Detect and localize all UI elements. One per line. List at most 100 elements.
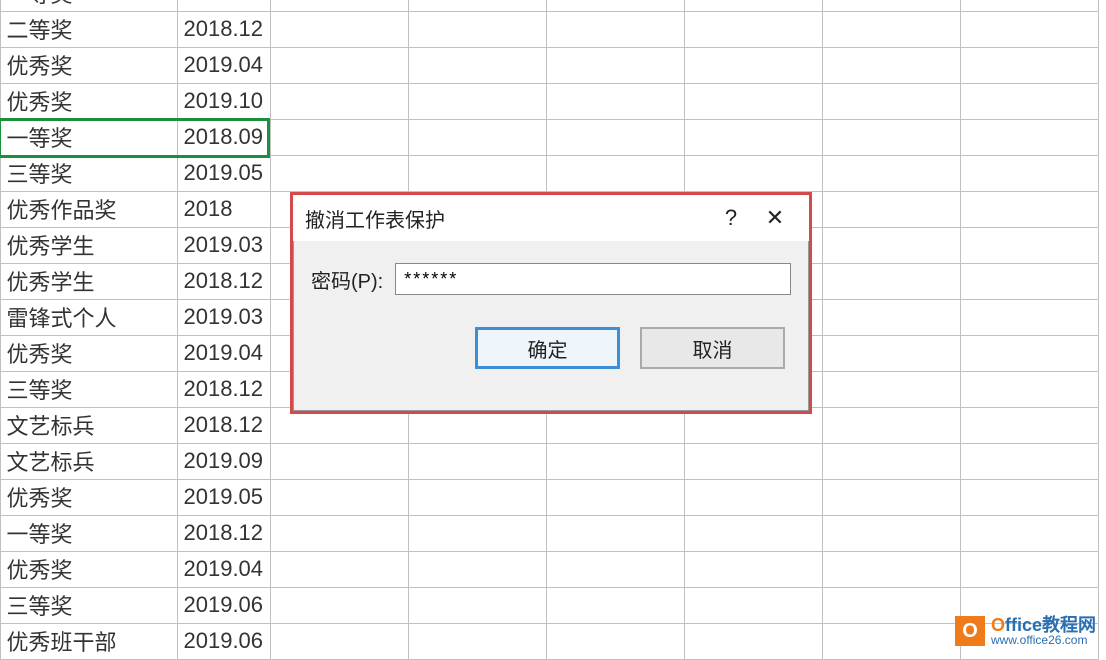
table-row[interactable]: 三等奖2019.05 <box>0 155 1106 191</box>
cell-empty[interactable] <box>408 47 547 84</box>
table-row[interactable]: 优秀班干部2019.06 <box>0 623 1106 659</box>
cell-empty[interactable] <box>960 551 1099 588</box>
cell-award[interactable]: 二等奖 <box>0 11 178 48</box>
cell-award[interactable]: 优秀学生 <box>0 263 178 300</box>
cell-date[interactable]: 2018.12 <box>177 371 271 408</box>
cell-empty[interactable] <box>684 479 823 516</box>
cell-award[interactable]: 优秀奖 <box>0 47 178 84</box>
cell-award[interactable]: 三等奖 <box>0 371 178 408</box>
cell-empty[interactable] <box>408 155 547 192</box>
cell-empty[interactable] <box>546 11 685 48</box>
cell-empty[interactable] <box>822 551 961 588</box>
cell-award[interactable]: 优秀学生 <box>0 227 178 264</box>
cell-award[interactable]: 一等奖 <box>0 515 178 552</box>
cell-empty[interactable] <box>270 443 409 480</box>
cell-date[interactable]: 2018.12 <box>177 263 271 300</box>
table-row[interactable]: 一等奖2018.09 <box>0 119 1106 155</box>
cell-award[interactable]: 文艺标兵 <box>0 443 178 480</box>
cell-empty[interactable] <box>408 479 547 516</box>
cell-empty[interactable] <box>684 119 823 156</box>
cell-date[interactable]: 2019.06 <box>177 623 271 660</box>
cell-empty[interactable] <box>684 587 823 624</box>
table-row[interactable]: 二等奖2018.12 <box>0 11 1106 47</box>
cell-empty[interactable] <box>270 47 409 84</box>
cell-date[interactable]: 2019.03 <box>177 299 271 336</box>
cell-empty[interactable] <box>408 83 547 120</box>
cell-date[interactable]: 2019.06 <box>177 587 271 624</box>
password-field[interactable] <box>395 263 791 295</box>
close-button[interactable]: ✕ <box>753 199 797 237</box>
cell-date[interactable]: 2019.05 <box>177 155 271 192</box>
cell-empty[interactable] <box>546 515 685 552</box>
cell-empty[interactable] <box>270 587 409 624</box>
cell-empty[interactable] <box>408 11 547 48</box>
cell-empty[interactable] <box>408 515 547 552</box>
cell-empty[interactable] <box>960 407 1099 444</box>
cell-award[interactable]: 优秀班干部 <box>0 623 178 660</box>
cell-empty[interactable] <box>960 335 1099 372</box>
cell-empty[interactable] <box>822 623 961 660</box>
cell-empty[interactable] <box>822 335 961 372</box>
cell-empty[interactable] <box>408 551 547 588</box>
cell-empty[interactable] <box>822 479 961 516</box>
cell-empty[interactable] <box>822 443 961 480</box>
cell-empty[interactable] <box>684 83 823 120</box>
cell-empty[interactable] <box>960 371 1099 408</box>
cell-empty[interactable] <box>684 47 823 84</box>
cell-empty[interactable] <box>408 119 547 156</box>
cell-empty[interactable] <box>960 227 1099 264</box>
cell-empty[interactable] <box>546 83 685 120</box>
cell-empty[interactable] <box>960 479 1099 516</box>
table-row[interactable]: 优秀奖2019.04 <box>0 551 1106 587</box>
cell-date[interactable]: 2018.12 <box>177 407 271 444</box>
cell-empty[interactable] <box>960 119 1099 156</box>
cell-date[interactable]: 2018.12 <box>177 11 271 48</box>
cell-empty[interactable] <box>546 119 685 156</box>
cell-empty[interactable] <box>960 155 1099 192</box>
cell-empty[interactable] <box>822 587 961 624</box>
cell-date[interactable]: 2018.09 <box>177 119 271 156</box>
cell-empty[interactable] <box>684 11 823 48</box>
cell-empty[interactable] <box>270 515 409 552</box>
cell-empty[interactable] <box>822 191 961 228</box>
cell-date[interactable]: 2018 <box>177 191 271 228</box>
cell-empty[interactable] <box>546 551 685 588</box>
cell-award[interactable]: 优秀奖 <box>0 551 178 588</box>
table-row[interactable]: 优秀奖2019.05 <box>0 479 1106 515</box>
table-row[interactable]: 一等奖2018.12 <box>0 515 1106 551</box>
cell-empty[interactable] <box>270 11 409 48</box>
cell-empty[interactable] <box>546 623 685 660</box>
cell-empty[interactable] <box>546 587 685 624</box>
cell-empty[interactable] <box>960 515 1099 552</box>
cell-empty[interactable] <box>960 83 1099 120</box>
cell-award[interactable]: 三等奖 <box>0 587 178 624</box>
help-button[interactable]: ? <box>709 199 753 237</box>
cell-empty[interactable] <box>684 515 823 552</box>
cell-date[interactable]: 2019.03 <box>177 227 271 264</box>
cell-empty[interactable] <box>822 515 961 552</box>
cell-empty[interactable] <box>546 479 685 516</box>
cell-date[interactable]: 2018.12 <box>177 515 271 552</box>
cell-award[interactable]: 雷锋式个人 <box>0 299 178 336</box>
ok-button[interactable]: 确定 <box>475 327 620 369</box>
cell-empty[interactable] <box>408 443 547 480</box>
cell-award[interactable]: 文艺标兵 <box>0 407 178 444</box>
cell-award[interactable]: 三等奖 <box>0 155 178 192</box>
cell-empty[interactable] <box>684 443 823 480</box>
cell-empty[interactable] <box>822 407 961 444</box>
cell-award[interactable]: 优秀奖 <box>0 335 178 372</box>
cell-empty[interactable] <box>546 443 685 480</box>
cell-empty[interactable] <box>822 119 961 156</box>
table-row[interactable]: 优秀奖2019.10 <box>0 83 1106 119</box>
cell-empty[interactable] <box>822 83 961 120</box>
cell-award[interactable]: 优秀奖 <box>0 479 178 516</box>
cell-empty[interactable] <box>822 263 961 300</box>
cell-empty[interactable] <box>270 155 409 192</box>
cell-empty[interactable] <box>684 551 823 588</box>
cell-empty[interactable] <box>960 263 1099 300</box>
cell-date[interactable]: 2019.10 <box>177 83 271 120</box>
cell-award[interactable]: 一等奖 <box>0 119 178 156</box>
cell-award[interactable]: 优秀作品奖 <box>0 191 178 228</box>
cell-award[interactable]: 优秀奖 <box>0 83 178 120</box>
table-row[interactable]: 优秀奖2019.04 <box>0 47 1106 83</box>
